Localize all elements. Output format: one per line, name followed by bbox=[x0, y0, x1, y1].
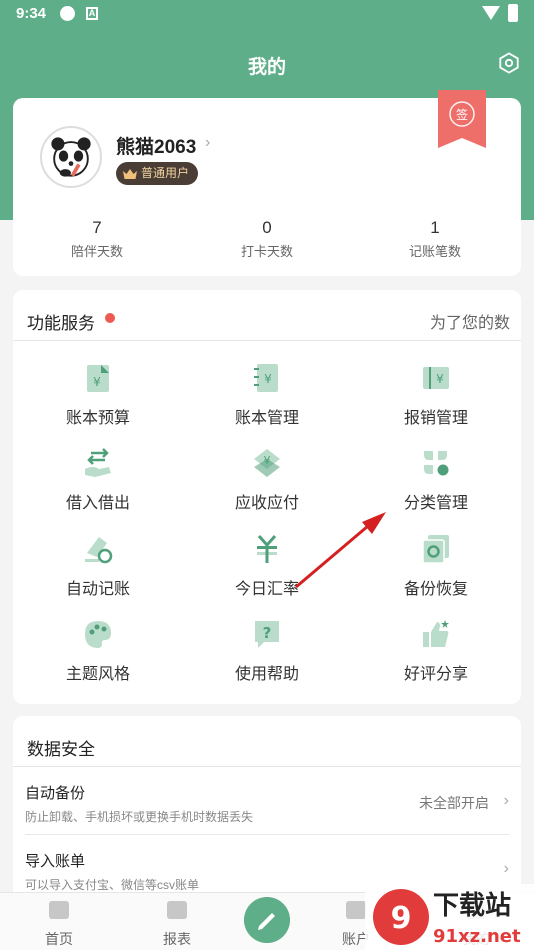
reimburse-icon: ¥ bbox=[423, 367, 449, 389]
budget-icon: ¥ bbox=[87, 365, 109, 392]
row-value: 未全部开启 bbox=[419, 795, 489, 811]
service-label: 好评分享 bbox=[403, 666, 468, 683]
data-security-title: 数据安全 bbox=[27, 740, 95, 759]
row-title: 自动备份 bbox=[25, 785, 86, 802]
profile-card[interactable]: 熊猫2063 › 普通用户 签 7 陪伴天数 0 打卡天数 1 记账笔数 bbox=[13, 90, 521, 276]
service-label: 应收应付 bbox=[234, 495, 299, 512]
site-watermark: 9 下载站 91xz.net bbox=[365, 884, 534, 950]
ledger-manage-icon: ¥ bbox=[254, 364, 278, 392]
row-subtitle: 防止卸载、手机损坏或更换手机时数据丢失 bbox=[25, 810, 254, 824]
category-icon bbox=[424, 451, 449, 476]
chevron-right-icon: › bbox=[503, 792, 509, 809]
row-title: 导入账单 bbox=[25, 853, 86, 870]
svg-text:¥: ¥ bbox=[264, 454, 271, 467]
reports-icon bbox=[167, 901, 187, 919]
service-receivable-payable[interactable]: ¥ 应收应付 bbox=[197, 447, 337, 527]
watermark-text2: 91xz.net bbox=[433, 926, 521, 947]
receivable-payable-icon: ¥ bbox=[254, 449, 280, 477]
stat-checkin-days[interactable]: 0 打卡天数 bbox=[207, 218, 327, 260]
service-theme[interactable]: 主题风格 bbox=[28, 618, 168, 698]
avatar[interactable] bbox=[40, 126, 102, 188]
title-bar: 我的 bbox=[0, 44, 534, 84]
notification-icon bbox=[60, 6, 75, 21]
tab-home[interactable]: 首页 bbox=[19, 893, 99, 950]
service-borrow-lend[interactable]: 借入借出 bbox=[28, 447, 168, 527]
thumbs-up-icon bbox=[423, 620, 449, 647]
stat-companion-days[interactable]: 7 陪伴天数 bbox=[37, 218, 157, 260]
auto-record-icon bbox=[85, 537, 113, 564]
service-exchange-rate[interactable]: 今日汇率 bbox=[197, 533, 337, 613]
services-marquee: 为了您的数 bbox=[430, 315, 511, 332]
help-icon: ? bbox=[255, 621, 279, 648]
service-label: 自动记账 bbox=[65, 581, 130, 598]
services-title: 功能服务 bbox=[27, 314, 95, 333]
ribbon-char: 签 bbox=[456, 107, 468, 122]
service-label: 今日汇率 bbox=[234, 581, 299, 598]
backup-restore-icon bbox=[422, 535, 449, 564]
add-record-button[interactable] bbox=[244, 897, 290, 943]
divider bbox=[13, 340, 521, 341]
service-ledger-manage[interactable]: ¥ 账本管理 bbox=[197, 362, 337, 442]
service-auto-record[interactable]: 自动记账 bbox=[28, 533, 168, 613]
service-backup-restore[interactable]: 备份恢复 bbox=[366, 533, 506, 613]
service-label: 借入借出 bbox=[65, 495, 130, 512]
wifi-icon bbox=[482, 6, 500, 20]
checkin-ribbon[interactable]: 签 bbox=[438, 90, 486, 148]
service-label: 备份恢复 bbox=[403, 581, 468, 598]
status-time: 9:34 bbox=[16, 5, 47, 22]
row-auto-backup[interactable]: 自动备份 防止卸载、手机损坏或更换手机时数据丢失 未全部开启 › bbox=[13, 768, 521, 834]
stat-label: 打卡天数 bbox=[240, 244, 293, 259]
theme-palette-icon bbox=[85, 621, 111, 648]
borrow-lend-icon bbox=[85, 448, 111, 477]
service-label: 使用帮助 bbox=[234, 666, 299, 683]
svg-text:¥: ¥ bbox=[264, 372, 272, 386]
service-label: 报销管理 bbox=[403, 410, 468, 427]
page-title: 我的 bbox=[247, 57, 286, 78]
service-rate-share[interactable]: 好评分享 bbox=[366, 618, 506, 698]
svg-text:9: 9 bbox=[391, 901, 412, 936]
wallet-icon bbox=[346, 901, 366, 919]
crown-icon bbox=[123, 168, 137, 179]
membership-badge: 普通用户 bbox=[116, 162, 199, 185]
service-reimburse[interactable]: ¥ 报销管理 bbox=[366, 362, 506, 442]
stat-value: 0 bbox=[262, 218, 272, 237]
exchange-rate-icon bbox=[257, 535, 277, 563]
svg-text:?: ? bbox=[263, 624, 272, 642]
badge-label: 普通用户 bbox=[141, 166, 190, 180]
stat-value: 1 bbox=[430, 218, 440, 237]
service-label: 分类管理 bbox=[403, 495, 468, 512]
tab-label: 报表 bbox=[163, 931, 191, 947]
tab-reports[interactable]: 报表 bbox=[137, 893, 217, 950]
svg-text:¥: ¥ bbox=[436, 372, 444, 386]
service-label: 主题风格 bbox=[65, 666, 130, 683]
service-category[interactable]: 分类管理 bbox=[366, 447, 506, 527]
battery-icon bbox=[508, 4, 518, 22]
app-notification-icon: A bbox=[86, 7, 98, 20]
status-bar: 9:34 A bbox=[0, 0, 534, 28]
stat-record-count[interactable]: 1 记账笔数 bbox=[375, 218, 495, 260]
service-label: 账本管理 bbox=[234, 410, 299, 427]
service-label: 账本预算 bbox=[65, 410, 130, 427]
settings-gear-icon[interactable] bbox=[498, 52, 520, 74]
row-subtitle: 可以导入支付宝、微信等csv账单 bbox=[25, 878, 200, 892]
service-help[interactable]: ? 使用帮助 bbox=[197, 618, 337, 698]
stat-label: 陪伴天数 bbox=[70, 244, 123, 259]
watermark-text1: 下载站 bbox=[433, 891, 511, 921]
tab-label: 首页 bbox=[45, 931, 73, 947]
home-icon bbox=[49, 901, 69, 919]
chevron-right-icon: › bbox=[503, 860, 509, 877]
panda-avatar-icon bbox=[51, 137, 91, 177]
notification-dot bbox=[105, 313, 115, 323]
stat-value: 7 bbox=[92, 218, 102, 237]
svg-text:¥: ¥ bbox=[93, 375, 101, 389]
chevron-right-icon[interactable]: › bbox=[205, 134, 210, 152]
username[interactable]: 熊猫2063 bbox=[116, 132, 196, 159]
service-budget[interactable]: ¥ 账本预算 bbox=[28, 362, 168, 442]
services-card: 功能服务 为了您的数 ¥ 账本预算 ¥ 账本管理 ¥ 报销管理 借入借出 ¥ 应… bbox=[13, 290, 521, 704]
stat-label: 记账笔数 bbox=[408, 244, 461, 259]
divider bbox=[13, 766, 521, 767]
divider bbox=[25, 834, 509, 835]
